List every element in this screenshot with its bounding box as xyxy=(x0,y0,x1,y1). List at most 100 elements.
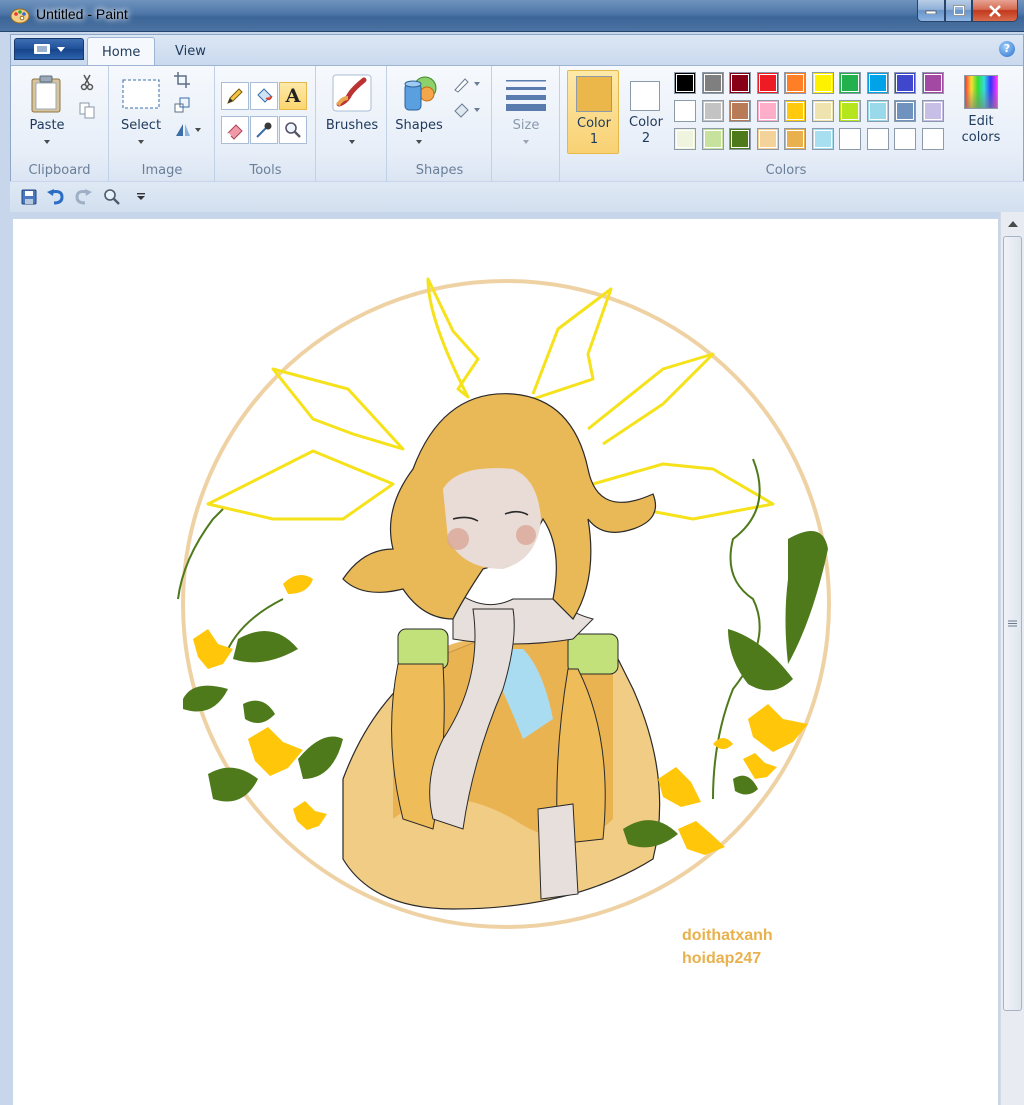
outline-icon[interactable] xyxy=(450,72,484,96)
palette-swatch[interactable] xyxy=(756,128,779,150)
palette-swatch[interactable] xyxy=(811,100,834,122)
swatch-border xyxy=(841,74,859,92)
size-group: Size xyxy=(493,66,560,182)
resize-icon[interactable] xyxy=(170,93,194,117)
palette-swatch[interactable] xyxy=(701,72,724,94)
customize-quick-access-icon[interactable] xyxy=(136,192,146,202)
color2-label-number: 2 xyxy=(641,131,651,146)
close-button[interactable] xyxy=(972,0,1018,22)
signature-line-1: doithatxanh xyxy=(682,927,773,944)
shapes-button[interactable]: Shapes xyxy=(390,72,448,152)
tools-group: A Tools xyxy=(216,66,316,182)
tab-view[interactable]: View xyxy=(161,37,220,65)
paste-label: Paste xyxy=(29,118,65,133)
drawing-canvas[interactable]: doithatxanh hoidap247 xyxy=(13,219,998,1105)
swatch-border xyxy=(896,102,914,120)
vertical-scrollbar[interactable] xyxy=(1000,212,1024,1105)
save-icon[interactable] xyxy=(21,189,37,205)
copy-icon[interactable] xyxy=(75,98,99,122)
help-icon[interactable]: ? xyxy=(999,41,1015,57)
palette-swatch[interactable] xyxy=(839,100,861,122)
redo-icon[interactable] xyxy=(74,189,92,205)
palette-swatch[interactable] xyxy=(811,128,834,150)
cut-icon[interactable] xyxy=(75,70,99,94)
palette-swatch[interactable] xyxy=(866,72,889,94)
palette-swatch[interactable] xyxy=(784,128,806,150)
tab-home[interactable]: Home xyxy=(87,37,156,67)
ribbon-tab-bar: Home View ? xyxy=(11,35,1023,67)
palette-swatch[interactable] xyxy=(921,72,944,94)
color1-button[interactable]: Color 1 xyxy=(567,70,619,154)
chevron-down-icon xyxy=(44,140,50,144)
clipboard-group: Paste Clipboard xyxy=(11,66,109,182)
color1-swatch xyxy=(576,76,612,112)
palette-swatch[interactable] xyxy=(894,128,916,150)
palette-swatch[interactable] xyxy=(701,128,724,150)
palette-swatch[interactable] xyxy=(674,100,696,122)
palette-swatch[interactable] xyxy=(921,128,944,150)
palette-swatch[interactable] xyxy=(866,100,889,122)
swatch-border xyxy=(896,130,914,148)
palette-swatch[interactable] xyxy=(921,100,944,122)
palette-swatch[interactable] xyxy=(866,128,889,150)
size-button[interactable]: Size xyxy=(499,72,553,152)
swatch-border xyxy=(676,74,694,92)
brushes-button[interactable]: Brushes xyxy=(321,72,383,152)
palette-swatch[interactable] xyxy=(729,128,751,150)
eraser-icon[interactable] xyxy=(221,116,249,144)
paint-app-icon[interactable] xyxy=(10,6,30,24)
image-group: Select Image xyxy=(110,66,215,182)
chevron-down-icon xyxy=(57,46,65,52)
rainbow-icon xyxy=(964,75,998,109)
chevron-down-icon xyxy=(138,140,144,144)
palette-swatch[interactable] xyxy=(674,128,696,150)
zoom-icon[interactable] xyxy=(103,188,121,206)
minimize-button[interactable] xyxy=(917,0,945,22)
swatch-border xyxy=(813,102,832,120)
palette-swatch[interactable] xyxy=(756,100,779,122)
color-palette xyxy=(674,72,952,156)
color1-label: Color xyxy=(577,116,611,131)
color2-swatch xyxy=(630,81,660,111)
swatch-border xyxy=(841,102,859,120)
swatch-border xyxy=(868,130,887,148)
swatch-border xyxy=(786,74,804,92)
swatch-border xyxy=(758,102,777,120)
crop-icon[interactable] xyxy=(170,68,194,92)
palette-swatch[interactable] xyxy=(839,128,861,150)
edit-colors-label: Edit xyxy=(968,114,994,129)
fill-bucket-icon[interactable] xyxy=(250,82,278,110)
palette-swatch[interactable] xyxy=(729,72,751,94)
palette-swatch[interactable] xyxy=(784,72,806,94)
swatch-border xyxy=(868,74,887,92)
signature-line-2: hoidap247 xyxy=(682,950,762,967)
select-button[interactable]: Select xyxy=(116,72,166,152)
scrollbar-thumb[interactable] xyxy=(1003,236,1022,1011)
scroll-up-icon[interactable] xyxy=(1008,221,1018,227)
swatch-border xyxy=(703,102,722,120)
color-picker-icon[interactable] xyxy=(250,116,278,144)
undo-icon[interactable] xyxy=(47,189,65,205)
palette-swatch[interactable] xyxy=(784,100,806,122)
paint-menu-button[interactable] xyxy=(14,38,84,60)
palette-swatch[interactable] xyxy=(674,72,696,94)
maximize-button[interactable] xyxy=(945,0,972,22)
fill-icon[interactable] xyxy=(450,98,484,122)
colors-group-label: Colors xyxy=(765,163,807,178)
palette-swatch[interactable] xyxy=(894,100,916,122)
palette-swatch[interactable] xyxy=(894,72,916,94)
rotate-icon[interactable] xyxy=(170,118,206,142)
palette-swatch[interactable] xyxy=(839,72,861,94)
magnifier-icon[interactable] xyxy=(279,116,307,144)
brushes-group: Brushes xyxy=(317,66,387,182)
palette-swatch[interactable] xyxy=(701,100,724,122)
edit-colors-button[interactable]: Edit colors xyxy=(955,72,1007,156)
paste-button[interactable]: Paste xyxy=(21,72,73,152)
color2-label: Color xyxy=(629,115,663,130)
palette-swatch[interactable] xyxy=(729,100,751,122)
palette-swatch[interactable] xyxy=(756,72,779,94)
palette-swatch[interactable] xyxy=(811,72,834,94)
pencil-icon[interactable] xyxy=(221,82,249,110)
color2-button[interactable]: Color 2 xyxy=(621,70,671,154)
text-tool-icon[interactable]: A xyxy=(279,82,307,110)
